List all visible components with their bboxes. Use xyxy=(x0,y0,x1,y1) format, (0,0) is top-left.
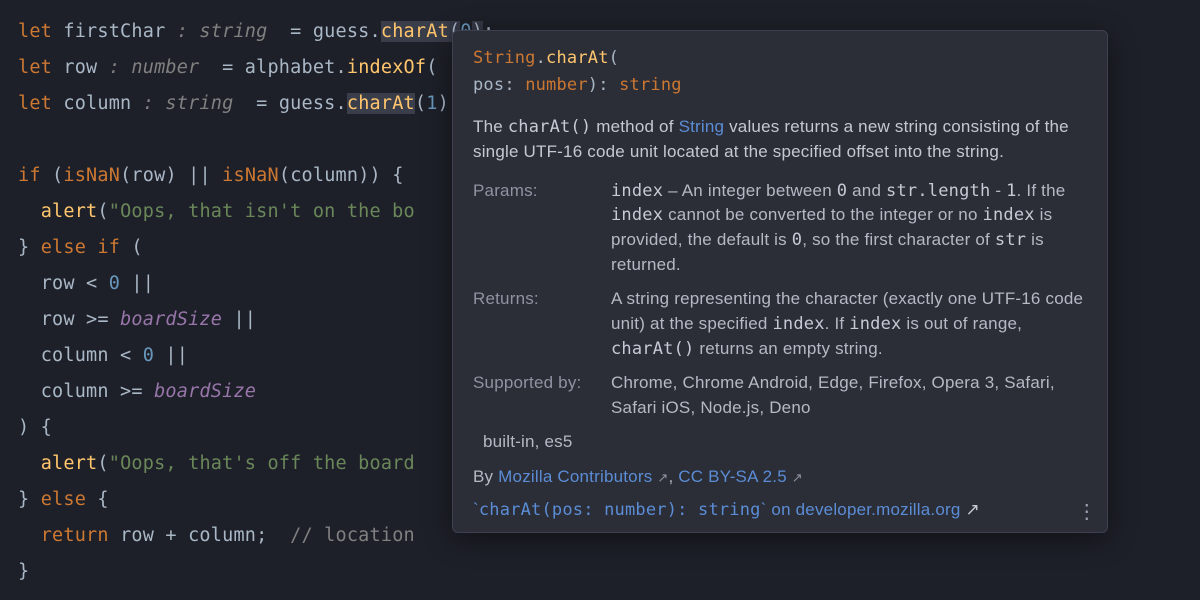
type-annotation: : string xyxy=(177,21,268,42)
external-link-icon: ↗ xyxy=(657,470,668,485)
quick-doc-popup[interactable]: String.charAt( pos: number): string The … xyxy=(452,30,1108,533)
doc-supported: Supported by: Chrome, Chrome Android, Ed… xyxy=(473,371,1087,420)
doc-attribution: By Mozilla Contributors ↗, CC BY-SA 2.5 … xyxy=(473,465,1087,490)
doc-returns: Returns: A string representing the chara… xyxy=(473,287,1087,361)
doc-tags: built-in, es5 xyxy=(473,430,1087,455)
more-options-icon[interactable]: ⋮ xyxy=(1077,502,1097,522)
identifier: firstChar xyxy=(63,21,165,42)
doc-supported-body: Chrome, Chrome Android, Edge, Firefox, O… xyxy=(611,371,1087,420)
method-charat[interactable]: charAt xyxy=(381,21,449,42)
external-link-icon: ↗ xyxy=(965,500,979,519)
method-charat[interactable]: charAt xyxy=(347,93,415,114)
code-line[interactable]: } xyxy=(18,554,1200,590)
doc-returns-label: Returns: xyxy=(473,287,601,361)
doc-returns-body: A string representing the character (exa… xyxy=(611,287,1087,361)
doc-description: The charAt() method of String values ret… xyxy=(473,115,1087,164)
doc-external-link[interactable]: `charAt(pos: number): string` on develop… xyxy=(473,498,1087,523)
doc-link-contributors[interactable]: Mozilla Contributors xyxy=(498,467,652,486)
doc-params-label: Params: xyxy=(473,179,601,278)
doc-params-body: index – An integer between 0 and str.len… xyxy=(611,179,1087,278)
doc-link-string[interactable]: String xyxy=(679,117,725,136)
external-link-icon: ↗ xyxy=(792,470,803,485)
doc-supported-label: Supported by: xyxy=(473,371,601,420)
code-editor[interactable]: let firstChar : string = guess.charAt(0)… xyxy=(0,0,1200,590)
doc-params: Params: index – An integer between 0 and… xyxy=(473,179,1087,278)
doc-link-license[interactable]: CC BY-SA 2.5 xyxy=(678,467,787,486)
doc-signature: String.charAt( pos: number): string xyxy=(473,45,1087,99)
keyword-let: let xyxy=(18,21,52,42)
